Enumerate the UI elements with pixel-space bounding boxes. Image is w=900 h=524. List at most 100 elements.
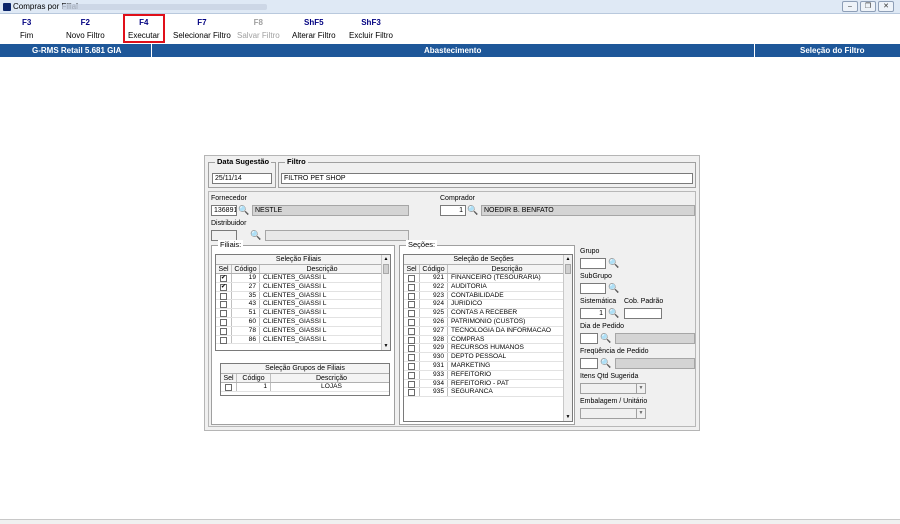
table-row[interactable]: ✔ 27 CLIENTES_GIASSI L [216,282,381,292]
filiais-table-caption: Seleção Filiais [216,255,381,265]
row-description: JURIDICO [451,300,483,308]
checkbox[interactable] [225,384,232,391]
itens-qtd-sugerida-select[interactable]: ▼ [580,383,646,394]
table-row[interactable]: 924 JURIDICO [404,300,563,310]
data-sugestao-input[interactable]: 25/11/14 [212,173,272,184]
novo-filtro-button[interactable]: F2 Novo Filtro [66,18,105,40]
grupo-search-icon[interactable]: 🔍 [608,258,620,269]
grupo-input[interactable] [580,258,606,269]
frequencia-pedido-search-icon[interactable]: 🔍 [600,358,612,369]
table-row[interactable]: 925 CONTAS A RECEBER [404,309,563,318]
table-row[interactable]: 35 CLIENTES_GIASSI L [216,291,381,301]
checkbox[interactable] [220,318,227,326]
sistematica-input[interactable]: 1 [580,308,606,319]
close-icon[interactable]: ✕ [878,1,894,12]
table-row[interactable]: 933 REFEITORIO [404,370,563,380]
checkbox[interactable] [408,283,415,291]
table-row[interactable]: 929 RECURSOS HUMANOS [404,344,563,354]
frequencia-pedido-input[interactable] [580,358,598,369]
dia-pedido-input[interactable] [580,333,598,344]
scroll-thumb[interactable] [383,264,389,274]
scroll-up-icon[interactable]: ▲ [564,256,572,262]
row-description: CLIENTES_GIASSI L [263,282,327,290]
dia-pedido-search-icon[interactable]: 🔍 [600,333,612,344]
fornecedor-search-icon[interactable]: 🔍 [238,205,250,216]
filiais-scrollbar[interactable]: ▲ ▼ [381,255,390,350]
checkbox[interactable] [408,327,415,335]
fim-key: F3 [21,18,32,27]
novo-filtro-key: F2 [80,18,91,27]
distribuidor-search-icon[interactable]: 🔍 [250,230,262,241]
table-row[interactable]: 928 COMPRAS [404,335,563,345]
row-description: REFEITORIO [451,370,492,378]
checkbox[interactable] [408,318,415,326]
checkbox[interactable] [220,301,227,309]
minimize-icon[interactable]: ‒ [842,1,858,12]
table-row[interactable]: 923 CONTABILIDADE [404,291,563,301]
chevron-down-icon[interactable]: ▼ [636,409,645,418]
selecionar-filtro-button[interactable]: F7 Selecionar Filtro [173,18,231,40]
checkbox[interactable] [408,371,415,379]
table-row[interactable]: 78 CLIENTES_GIASSI L [216,326,381,336]
sistematica-search-icon[interactable]: 🔍 [608,308,620,319]
checkbox[interactable] [408,380,415,388]
row-code: 930 [420,353,448,361]
checkbox[interactable] [408,275,415,282]
checkbox[interactable] [408,354,415,362]
filtro-input[interactable]: FILTRO PET SHOP [281,173,693,184]
checkbox-checked[interactable]: ✔ [220,283,227,291]
checkbox[interactable] [408,310,415,318]
secoes-scrollbar[interactable]: ▲ ▼ [563,255,572,421]
checkbox[interactable] [220,310,227,318]
table-row[interactable]: 51 CLIENTES_GIASSI L [216,309,381,318]
comprador-search-icon[interactable]: 🔍 [467,205,479,216]
subgrupo-input[interactable] [580,283,606,294]
checkbox[interactable] [408,336,415,344]
table-row[interactable]: 60 CLIENTES_GIASSI L [216,317,381,327]
table-row[interactable]: 931 MARKETING [404,361,563,371]
executar-button[interactable]: F4 Executar [123,14,165,43]
checkbox[interactable] [220,292,227,300]
checkbox[interactable] [220,327,227,335]
checkbox[interactable] [408,389,415,397]
fim-button[interactable]: F3 Fim [20,18,33,40]
chevron-down-icon[interactable]: ▼ [636,384,645,393]
table-row[interactable]: 921 FINANCEIRO (TESOURARIA) [404,274,563,283]
checkbox[interactable] [408,292,415,300]
checkbox[interactable] [220,336,227,344]
table-row[interactable]: 926 PATRIMONIO (CUSTOS) [404,317,563,327]
checkbox[interactable] [408,362,415,370]
executar-label: Executar [128,31,160,40]
restore-icon[interactable]: ❐ [860,1,876,12]
subgrupo-search-icon[interactable]: 🔍 [608,283,620,294]
table-row[interactable]: ✔ 19 CLIENTES_GIASSI L [216,274,381,283]
salvar-filtro-key: F8 [253,18,264,27]
scroll-down-icon[interactable]: ▼ [564,414,572,420]
embalagem-unitario-select[interactable]: ▼ [580,408,646,419]
table-row[interactable]: 935 SEGURANCA [404,388,563,398]
comprador-code-input[interactable]: 1 [440,205,466,216]
salvar-filtro-label: Salvar Filtro [237,31,280,40]
table-row[interactable]: 86 CLIENTES_GIASSI L [216,335,381,345]
table-row[interactable]: 922 AUDITORIA [404,282,563,292]
table-row[interactable]: 927 TECNOLOGIA DA INFORMACAO [404,326,563,336]
table-row[interactable]: 934 REFEITORIO - PAT [404,379,563,389]
table-row[interactable]: 43 CLIENTES_GIASSI L [216,300,381,310]
table-row[interactable]: 1 LOJAS [221,383,389,392]
scroll-thumb[interactable] [565,264,571,274]
window-controls: ‒ ❐ ✕ [842,1,894,12]
table-row[interactable]: 930 DEPTO PESSOAL [404,353,563,362]
scroll-down-icon[interactable]: ▼ [382,343,390,349]
row-description: CLIENTES_GIASSI L [263,317,327,325]
excluir-filtro-button[interactable]: ShF3 Excluir Filtro [349,18,393,40]
row-description: CLIENTES_GIASSI L [263,291,327,299]
row-description: CONTABILIDADE [451,291,504,299]
checkbox[interactable] [408,301,415,309]
checkbox[interactable] [408,345,415,353]
salvar-filtro-button[interactable]: F8 Salvar Filtro [237,18,280,40]
alterar-filtro-button[interactable]: ShF5 Alterar Filtro [292,18,336,40]
cob-padrao-input[interactable] [624,308,662,319]
checkbox-checked[interactable]: ✔ [220,275,227,282]
fornecedor-code-input[interactable]: 136891 [211,205,237,216]
scroll-up-icon[interactable]: ▲ [382,256,390,262]
